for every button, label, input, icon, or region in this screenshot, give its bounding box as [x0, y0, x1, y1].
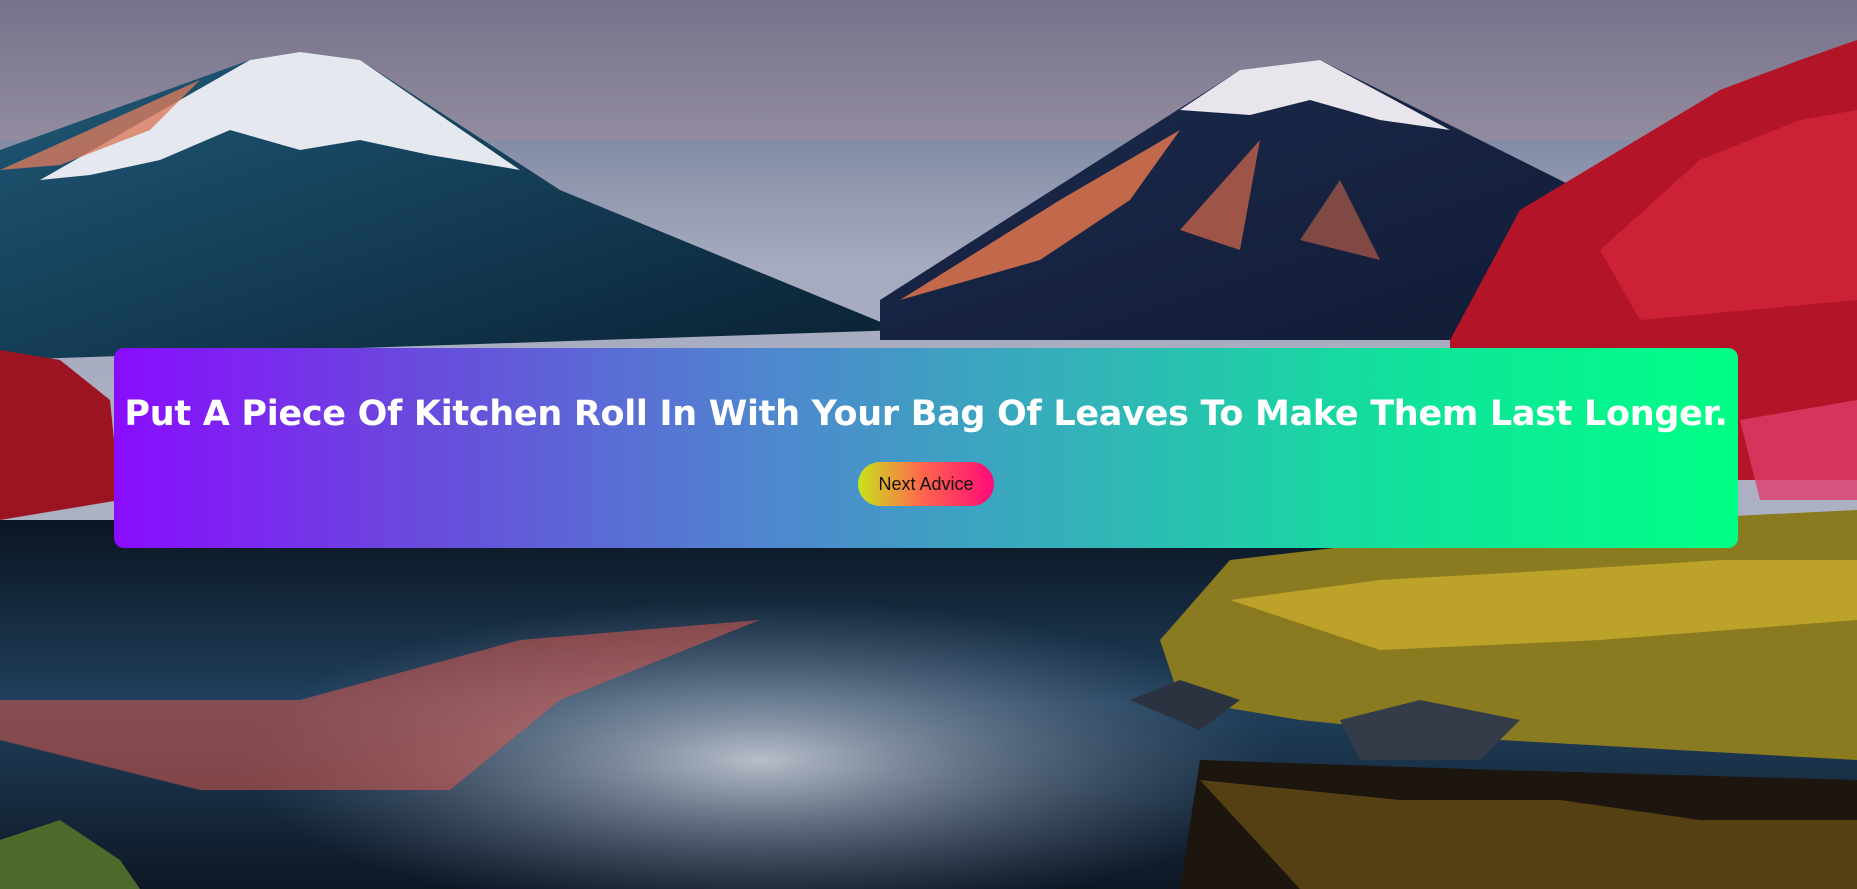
advice-text: Put A Piece Of Kitchen Roll In With Your… — [124, 394, 1728, 434]
next-advice-button[interactable]: Next Advice — [858, 462, 994, 506]
advice-card: Put A Piece Of Kitchen Roll In With Your… — [114, 348, 1738, 548]
app-root: Put A Piece Of Kitchen Roll In With Your… — [0, 0, 1857, 889]
